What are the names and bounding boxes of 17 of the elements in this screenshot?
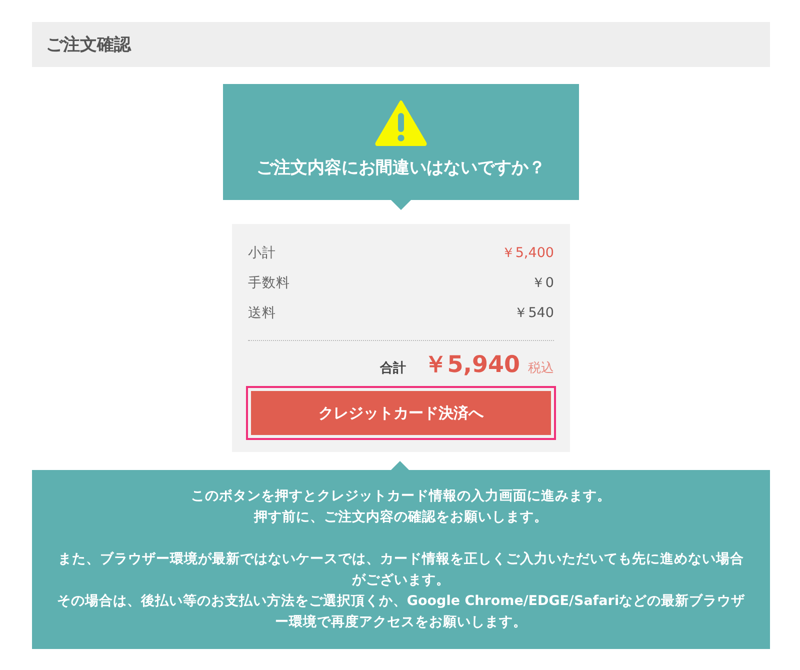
alert-title: ご注文内容にお間違いはないですか？ bbox=[256, 157, 546, 179]
notice-text: その場合は、後払い等のお支払い方法をご選択頂くか、Google Chrome/EDGE/Safariなどの最新ブラウザー環境で再度アクセスをお願いします。 bbox=[56, 592, 746, 632]
warning-icon bbox=[375, 100, 427, 146]
row-label: 手数料 bbox=[248, 274, 290, 292]
total-label: 合計 bbox=[380, 360, 406, 377]
row-value: ￥5,400 bbox=[501, 244, 554, 262]
notice-text: 押す前に、ご注文内容の確認をお願いします。 bbox=[252, 508, 549, 527]
credit-card-payment-button[interactable]: クレジットカード決済へ bbox=[251, 391, 551, 435]
row-label: 小計 bbox=[248, 244, 276, 262]
row-value: ￥0 bbox=[531, 274, 554, 292]
page-heading: ご注文確認 bbox=[32, 22, 770, 67]
notice-text: また、ブラウザー環境が最新ではないケースでは、カード情報を正しくご入力いただいても先に進めない場合がございます。 bbox=[57, 550, 745, 590]
row-label: 送料 bbox=[248, 304, 276, 322]
notice-text: このボタンを押すとクレジットカード情報の入力画面に進みます。 bbox=[190, 487, 612, 506]
total-value: ￥5,940 bbox=[424, 351, 520, 380]
row-value: ￥540 bbox=[514, 304, 554, 322]
tax-note: 税込 bbox=[528, 360, 554, 377]
